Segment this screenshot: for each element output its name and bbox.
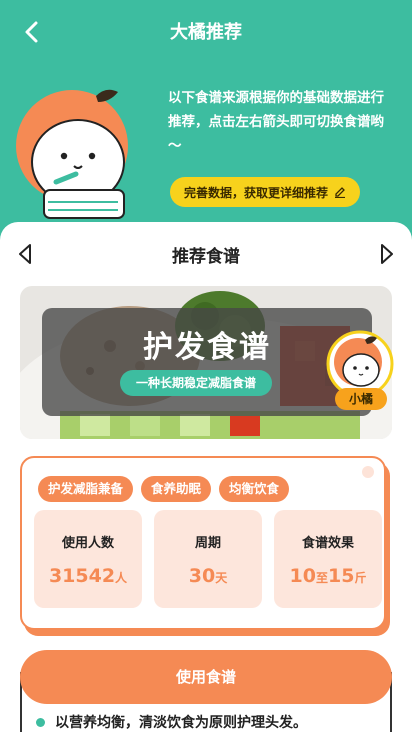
recipe-description: 以营养均衡，清淡饮食为原则护理头发。 <box>36 712 307 732</box>
stat-unit: 天 <box>215 571 228 585</box>
use-recipe-button[interactable]: 使用食谱 <box>20 650 392 704</box>
stat-value: 31542人 <box>34 565 142 587</box>
stat-value: 10至15斤 <box>274 565 382 587</box>
recipe-tag: 均衡饮食 <box>219 476 290 502</box>
stat-effect: 食谱效果 10至15斤 <box>274 510 382 608</box>
stat-period: 周期 30天 <box>154 510 262 608</box>
recipe-tags: 护发减脂兼备 食养助眠 均衡饮食 <box>38 476 290 502</box>
edit-icon <box>335 187 346 198</box>
xiaoju-avatar: 小橘 <box>325 330 395 412</box>
stat-unit: 至 <box>315 571 328 585</box>
triangle-right-icon <box>381 244 393 264</box>
stat-users: 使用人数 31542人 <box>34 510 142 608</box>
orange-cat-mascot <box>14 82 154 222</box>
page-title: 大橘推荐 <box>170 22 242 43</box>
complete-data-button[interactable]: 完善数据，获取更详细推荐 <box>170 177 361 207</box>
recipe-card: 推荐食谱 护发食谱 一种长期稳定减脂食谱 小橘 护发减脂兼备 食养助眠 均衡饮食… <box>0 222 412 732</box>
stat-unit: 人 <box>115 571 128 585</box>
stat-number: 15 <box>328 565 355 587</box>
complete-data-label: 完善数据，获取更详细推荐 <box>184 185 329 200</box>
stat-number: 31542 <box>48 565 116 587</box>
stat-unit: 斤 <box>354 571 367 585</box>
decorative-dot <box>362 466 374 478</box>
header: 大橘推荐 <box>0 0 412 62</box>
card-title: 推荐食谱 <box>172 247 240 267</box>
avatar-label: 小橘 <box>335 388 387 410</box>
description-text: 以营养均衡，清淡饮食为原则护理头发。 <box>55 715 307 731</box>
stat-value: 30天 <box>154 565 262 587</box>
next-recipe-button[interactable] <box>378 242 396 266</box>
stat-number: 10 <box>289 565 316 587</box>
stat-boxes: 使用人数 31542人 周期 30天 食谱效果 10至15斤 <box>34 510 382 608</box>
recipe-name: 护发食谱 <box>143 330 271 365</box>
stat-label: 使用人数 <box>61 536 114 551</box>
intro-text: 以下食谱来源根据你的基础数据进行推荐，点击左右箭头即可切换食谱哟～ <box>168 90 384 154</box>
stat-label: 食谱效果 <box>301 536 354 551</box>
stat-label: 周期 <box>194 536 221 551</box>
recipe-tagline: 一种长期稳定减脂食谱 <box>120 370 273 396</box>
bullet-dot <box>36 717 45 727</box>
stats-card-body: 护发减脂兼备 食养助眠 均衡饮食 使用人数 31542人 周期 30天 食谱效果… <box>20 456 386 630</box>
recipe-tag: 食养助眠 <box>141 476 212 502</box>
stat-number: 30 <box>188 565 216 587</box>
recipe-overlay: 护发食谱 一种长期稳定减脂食谱 <box>42 308 372 416</box>
recipe-tag: 护发减脂兼备 <box>38 476 134 502</box>
recipe-stats-card: 护发减脂兼备 食养助眠 均衡饮食 使用人数 31542人 周期 30天 食谱效果… <box>20 456 390 636</box>
